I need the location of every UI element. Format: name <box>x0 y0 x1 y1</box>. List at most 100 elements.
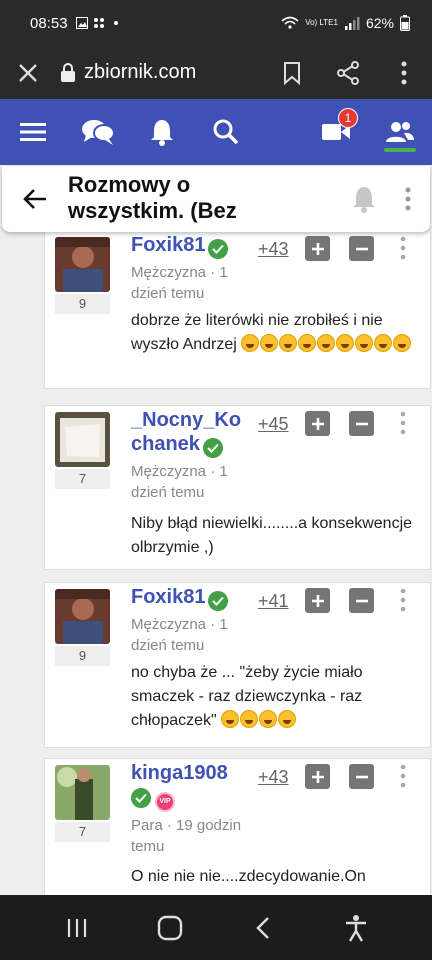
user-badges: VIP <box>131 787 251 812</box>
more-vertical-icon <box>400 236 406 260</box>
comment-menu-button[interactable] <box>393 764 413 790</box>
username-link[interactable]: Foxik81 <box>131 234 205 256</box>
comment-menu-button[interactable] <box>393 588 413 614</box>
status-bar: 08:53 Vo) LTE1 62% <box>0 0 432 46</box>
username-link[interactable]: _Nocny_Kochanek <box>131 409 241 455</box>
comment-menu-button[interactable] <box>393 236 413 262</box>
menu-button[interactable] <box>0 99 66 165</box>
emoji-row <box>221 710 297 729</box>
upvote-button[interactable] <box>305 764 330 789</box>
avatar-block[interactable]: 9 <box>55 237 111 314</box>
avatar[interactable] <box>55 589 110 644</box>
more-vertical-icon <box>400 588 406 612</box>
downvote-button[interactable] <box>349 588 374 613</box>
url-bar[interactable]: zbiornik.com <box>56 61 264 84</box>
search-button[interactable] <box>194 99 258 165</box>
photo-count: 9 <box>55 294 110 314</box>
battery-icon <box>400 15 410 31</box>
comment-text: Niby błąd niewielki........a konsekwencj… <box>131 515 413 556</box>
accessibility-button[interactable] <box>331 903 381 953</box>
comment-card: 7 _Nocny_Kochanek Mężczyzna · 1 dzień te… <box>44 405 431 570</box>
minus-icon <box>355 247 368 250</box>
share-button[interactable] <box>320 46 376 99</box>
upvote-button[interactable] <box>305 236 330 261</box>
comment-text: no chyba że ... "żeby życie miało smacze… <box>131 661 421 733</box>
bell-icon <box>151 120 173 146</box>
bookmark-icon <box>284 61 300 85</box>
chat-icon <box>82 120 115 145</box>
emoji-row <box>241 334 412 353</box>
user-info: kinga1908 VIP Para · 19 godzin temu <box>131 761 251 857</box>
notification-icons <box>75 17 122 29</box>
score-link[interactable]: +43 <box>258 239 289 260</box>
rofl-emoji-icon <box>278 710 297 728</box>
verified-icon <box>202 438 223 458</box>
avatar-block[interactable]: 7 <box>55 412 111 489</box>
username-link[interactable]: Foxik81 <box>131 586 205 608</box>
rofl-emoji-icon <box>298 334 317 352</box>
photo-count: 9 <box>55 646 110 666</box>
score-link[interactable]: +43 <box>258 767 289 788</box>
downvote-button[interactable] <box>349 764 374 789</box>
verified-icon <box>208 239 229 259</box>
video-button[interactable]: 1 <box>304 99 368 165</box>
plus-icon <box>311 770 324 783</box>
recent-apps-button[interactable] <box>52 903 102 953</box>
avatar[interactable] <box>55 412 110 467</box>
back-button[interactable] <box>2 166 68 232</box>
rofl-emoji-icon <box>221 710 240 728</box>
avatar-block[interactable]: 9 <box>55 589 111 666</box>
username-link[interactable]: kinga1908 <box>131 762 228 784</box>
signal-icon <box>344 17 360 30</box>
more-vertical-icon <box>400 411 406 435</box>
comment-menu-button[interactable] <box>393 411 413 437</box>
close-tab-button[interactable] <box>0 46 56 99</box>
chevron-left-icon <box>255 916 269 939</box>
home-button[interactable] <box>145 903 195 953</box>
user-meta: Mężczyzna · 1 dzień temu <box>131 616 228 654</box>
status-time: 08:53 <box>30 14 68 32</box>
rofl-emoji-icon <box>259 710 278 728</box>
recent-apps-icon <box>67 918 86 937</box>
avatar-block[interactable]: 7 <box>55 765 111 842</box>
score-link[interactable]: +41 <box>258 591 289 612</box>
back-nav-button[interactable] <box>238 903 288 953</box>
avatar[interactable] <box>55 765 110 820</box>
score-link[interactable]: +45 <box>258 414 289 435</box>
more-vertical-icon <box>400 764 406 788</box>
rofl-emoji-icon <box>336 334 355 352</box>
comment-text: dobrze że literówki nie zrobiłeś i nie w… <box>131 309 421 357</box>
people-button[interactable] <box>368 99 432 165</box>
network-label: Vo) LTE1 <box>305 18 338 27</box>
photo-count: 7 <box>55 822 110 842</box>
upvote-button[interactable] <box>305 588 330 613</box>
user-meta: Para · 19 godzin temu <box>131 816 242 855</box>
home-icon <box>157 915 182 940</box>
avatar-image <box>55 237 110 292</box>
comment-feed: 9 Foxik81 Mężczyzna · 1 dzień temu +43 d… <box>0 232 432 895</box>
bookmark-button[interactable] <box>264 46 320 99</box>
rofl-emoji-icon <box>355 334 374 352</box>
url-text: zbiornik.com <box>84 61 197 83</box>
rofl-emoji-icon <box>317 334 336 352</box>
share-icon <box>337 60 359 85</box>
upvote-button[interactable] <box>305 411 330 436</box>
site-nav: 1 <box>0 99 432 165</box>
comment-card: 9 Foxik81 Mężczyzna · 1 dzień temu +43 d… <box>44 232 431 389</box>
comment-card: 7 kinga1908 VIP Para · 19 godzin temu +4… <box>44 758 431 895</box>
browser-menu-button[interactable] <box>376 46 432 99</box>
subscribe-thread-button[interactable] <box>342 185 386 213</box>
downvote-button[interactable] <box>349 236 374 261</box>
more-vertical-icon <box>401 61 407 84</box>
plus-icon <box>311 242 324 255</box>
search-icon <box>213 119 239 145</box>
chat-button[interactable] <box>66 99 130 165</box>
thread-menu-button[interactable] <box>386 187 430 211</box>
rofl-emoji-icon <box>393 334 412 352</box>
user-info: _Nocny_Kochanek Mężczyzna · 1 dzień temu <box>131 408 251 503</box>
avatar[interactable] <box>55 237 110 292</box>
downvote-button[interactable] <box>349 411 374 436</box>
photo-count: 7 <box>55 469 110 489</box>
notifications-button[interactable] <box>130 99 194 165</box>
vip-badge: VIP <box>155 791 175 812</box>
